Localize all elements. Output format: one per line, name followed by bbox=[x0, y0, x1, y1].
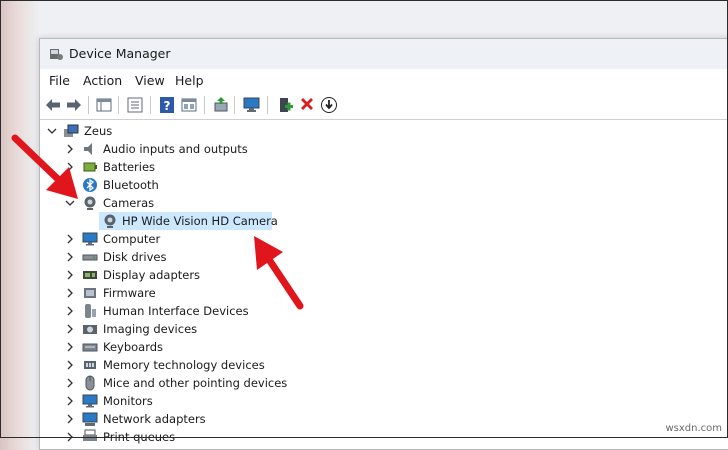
red-arrow-camera-device bbox=[254, 236, 304, 310]
red-arrow-cameras bbox=[11, 134, 78, 199]
annotation-arrows bbox=[11, 134, 304, 310]
watermark: wsxdn.com bbox=[665, 423, 722, 434]
